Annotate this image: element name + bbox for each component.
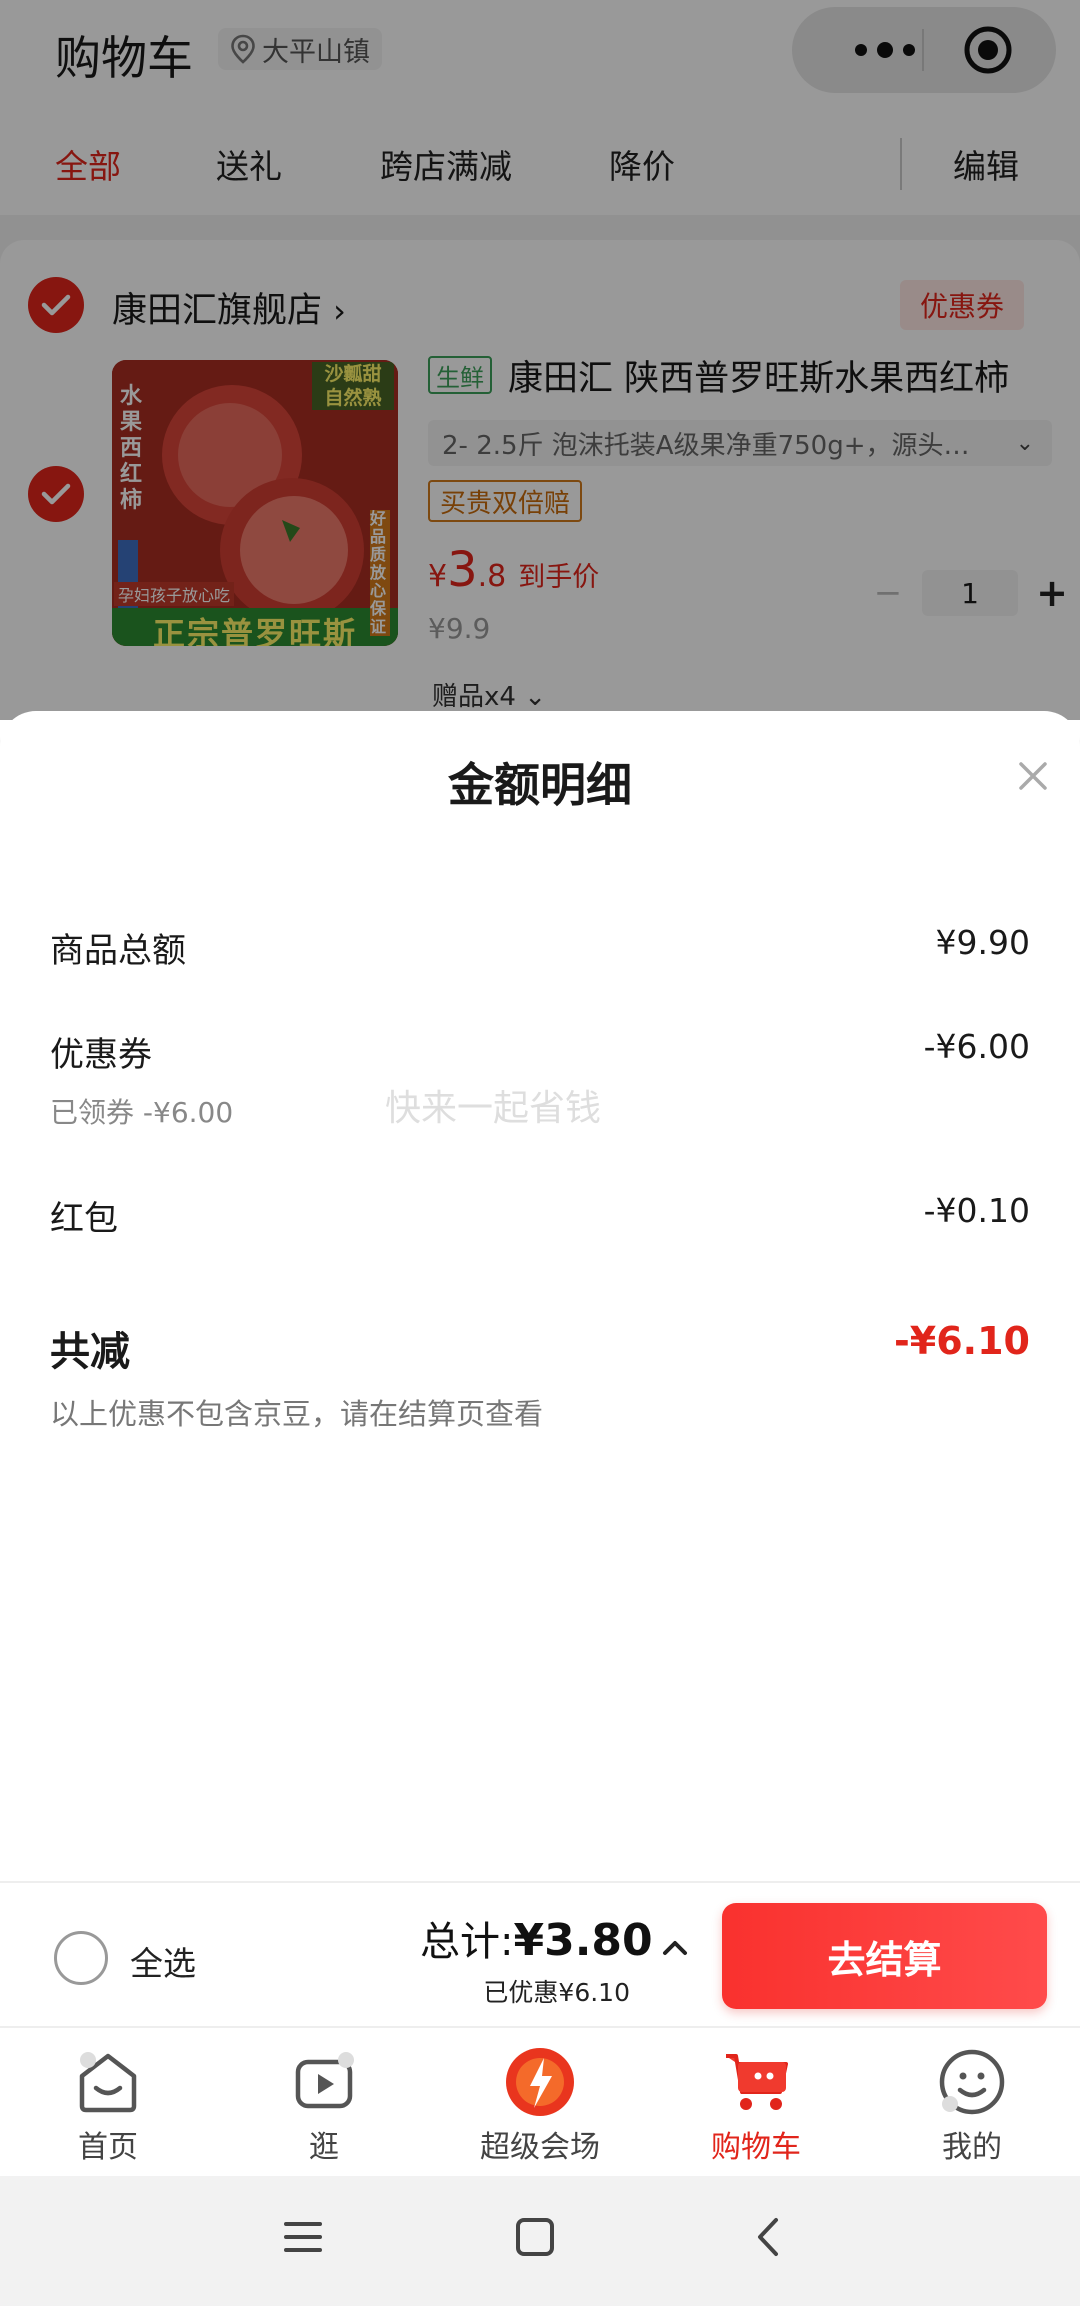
profile-smile-icon: [939, 2049, 1005, 2115]
home-icon: [79, 2052, 137, 2113]
watermark-text: 快来一起省钱: [385, 1088, 602, 1129]
discount-note: 以上优惠不包含京豆，请在结算页查看: [50, 1397, 544, 1431]
sheet-title: 金额明细: [448, 758, 632, 812]
saved-amount: 已优惠¥6.10: [483, 1978, 630, 2007]
coupon-label: 优惠券: [50, 1035, 152, 1075]
close-icon[interactable]: [1016, 759, 1050, 793]
tabbar-item-cart[interactable]: 购物车: [648, 2046, 864, 2166]
tabbar-label: 逛: [309, 2130, 339, 2165]
select-all-radio[interactable]: [54, 1931, 108, 1985]
tabbar-label: 超级会场: [480, 2130, 600, 2165]
coupon-value: -¥6.00: [923, 1027, 1030, 1066]
chevron-up-icon[interactable]: [660, 1933, 690, 1963]
system-nav-bar: [0, 2176, 1080, 2306]
tabbar-item-profile[interactable]: 我的: [864, 2046, 1080, 2166]
menu-icon[interactable]: [282, 2216, 324, 2258]
checkout-bar: 全选 总计:¥3.80 已优惠¥6.10 去结算: [0, 1881, 1080, 2026]
tabbar-item-browse[interactable]: 逛: [216, 2046, 432, 2166]
goods-total-value: ¥9.90: [935, 923, 1030, 962]
back-icon[interactable]: [748, 2216, 790, 2258]
amount-detail-sheet: 金额明细 商品总额 ¥9.90 优惠券 -¥6.00 已领券 -¥6.00 快来…: [0, 711, 1080, 1881]
goods-total-label: 商品总额: [50, 931, 186, 971]
dim-overlay[interactable]: [0, 0, 1080, 720]
bottom-tab-bar: 首页 逛 超级会场 购物车 我的: [0, 2026, 1080, 2176]
select-all-label[interactable]: 全选: [130, 1937, 196, 1985]
home-square-icon[interactable]: [514, 2216, 556, 2258]
red-packet-value: -¥0.10: [923, 1191, 1030, 1230]
tabbar-item-home[interactable]: 首页: [0, 2046, 216, 2166]
tabbar-label: 首页: [78, 2130, 138, 2165]
total-discount-value: -¥6.10: [894, 1319, 1030, 1363]
tabbar-label: 我的: [942, 2130, 1002, 2165]
super-venue-icon: [506, 2048, 574, 2116]
total-discount-label: 共减: [50, 1329, 130, 1375]
coupon-sub-text: 已领券 -¥6.00: [50, 1096, 234, 1129]
red-packet-label: 红包: [50, 1199, 118, 1239]
checkout-button[interactable]: 去结算: [722, 1903, 1047, 2009]
order-total: 总计:¥3.80: [420, 1915, 653, 1966]
cart-icon: [726, 2054, 788, 2110]
video-play-icon: [295, 2052, 354, 2109]
tabbar-label: 购物车: [711, 2130, 801, 2165]
tabbar-item-super-venue[interactable]: 超级会场: [432, 2046, 648, 2166]
